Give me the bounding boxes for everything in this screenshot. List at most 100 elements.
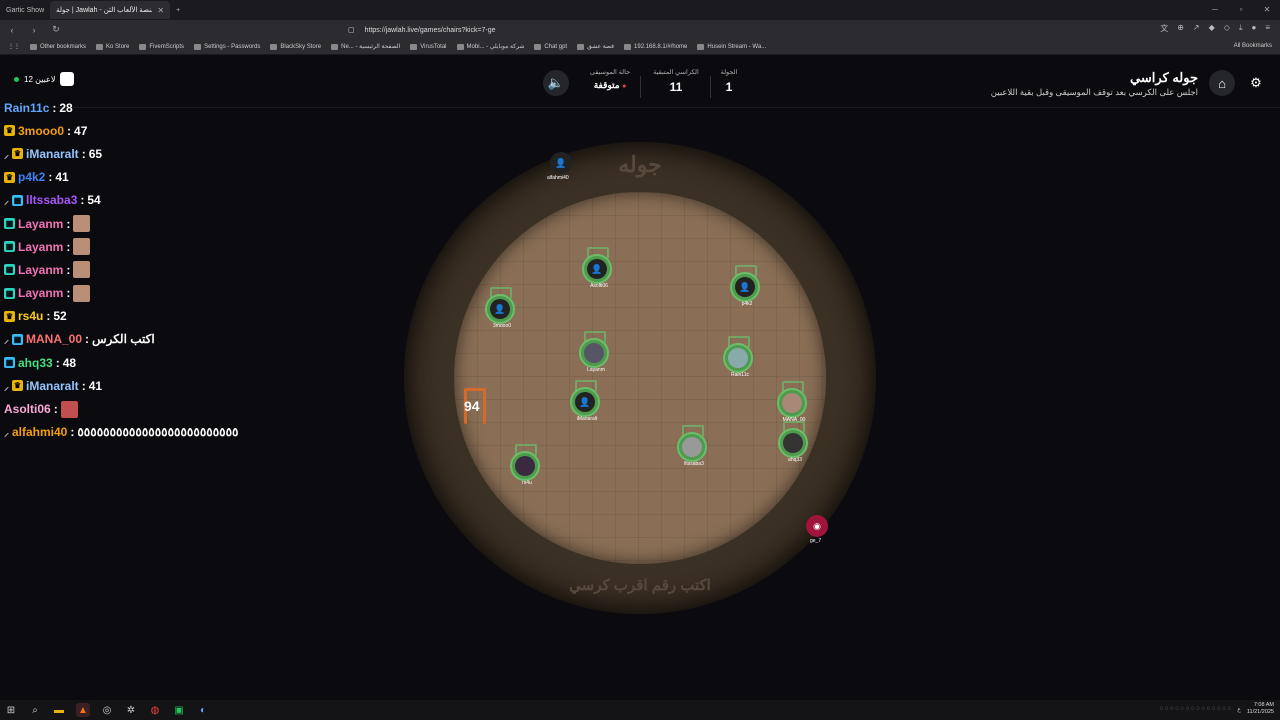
- chat-username[interactable]: p4k2: [18, 170, 45, 184]
- folder-icon: [30, 43, 37, 50]
- search-icon[interactable]: ⌕: [28, 703, 42, 717]
- sticker-image: [73, 238, 91, 256]
- menu-icon[interactable]: ≡: [1265, 23, 1270, 34]
- profile-icon[interactable]: ●: [1251, 23, 1256, 34]
- site-icon: [534, 43, 542, 50]
- chat-username[interactable]: Layanm: [18, 286, 63, 300]
- back-icon[interactable]: ‹: [6, 25, 18, 35]
- bookmark-star-icon[interactable]: ▢: [348, 26, 355, 34]
- tray-icons[interactable]: ◌ ◌ ◌ ◌ ◌ ◌ ◌ ◌ ◌ ◌ ◌ ◌ ◌ ◌: [1160, 706, 1232, 712]
- chat-message: ⸝ ♛ iManaralt : 41: [0, 374, 260, 397]
- clock[interactable]: 7:08 AM 11/21/2025: [1247, 702, 1274, 716]
- chat-feed: Rain11c : 28 ♛ 3mooo0 : 47 ⸝ ♛ iManaralt : 65…: [0, 96, 260, 444]
- bookmark-item[interactable]: Ko Store: [96, 43, 129, 50]
- bookmark-item[interactable]: Ne... - الصفحة الرئيسية: [331, 43, 400, 50]
- brave-browser-icon[interactable]: ▲: [76, 703, 90, 717]
- settings-button[interactable]: ⚙: [1243, 70, 1269, 96]
- extensions-icon[interactable]: ◇: [1224, 23, 1230, 34]
- language-indicator[interactable]: ع: [1237, 706, 1241, 713]
- site-icon: [270, 43, 278, 50]
- translate-icon[interactable]: 文: [1160, 23, 1168, 34]
- chat-username[interactable]: MANA_00: [26, 332, 82, 346]
- site-icon: [331, 43, 339, 50]
- chat-separator: :: [66, 262, 71, 277]
- chat-username[interactable]: Asolti06: [4, 402, 51, 416]
- share-icon[interactable]: ↗: [1193, 23, 1200, 34]
- zoom-icon[interactable]: ⊕: [1177, 23, 1184, 34]
- chat-username[interactable]: Layanm: [18, 263, 63, 277]
- forward-icon[interactable]: ›: [28, 25, 40, 35]
- member-badge-icon: ▦: [4, 241, 15, 253]
- chat-text: ٥٥٥٥٥٥٥٥٥٥٥٥٥٥٥٥٥٥٥٥٥٥٥٥٥: [77, 425, 239, 440]
- file-explorer-icon[interactable]: ▬: [52, 703, 66, 717]
- free-chair[interactable]: 94: [462, 388, 490, 424]
- tab-jawlah[interactable]: جولة | Jawlah - منصة الألعاب الثن... ✕: [50, 1, 171, 19]
- bookmark-item[interactable]: Settings - Passwords: [194, 43, 260, 50]
- chat-message: Asolti06 :: [0, 397, 260, 420]
- crown-badge-icon: ♛: [4, 171, 15, 183]
- app-icon[interactable]: ✲: [124, 703, 138, 717]
- chat-separator: :: [66, 239, 71, 254]
- chat-text: 41: [55, 170, 69, 185]
- bookmark-item[interactable]: قصة عشق: [577, 43, 614, 50]
- bookmark-item[interactable]: 192.168.8.1/#/home: [624, 43, 687, 50]
- game-title: جوله كراسي: [1130, 70, 1198, 85]
- extension-icons: 文 ⊕ ↗ ◆ ◇ ⤓ ● ≡: [1160, 23, 1270, 34]
- chat-username[interactable]: Layanm: [18, 240, 63, 254]
- bookmark-item[interactable]: BlackSky Store: [270, 43, 321, 50]
- chat-username[interactable]: Layanm: [18, 217, 63, 231]
- bookmark-item[interactable]: VirusTotal: [410, 43, 447, 50]
- chat-username[interactable]: iManaralt: [26, 147, 79, 161]
- sticker-image: [73, 284, 91, 302]
- chat-separator: :: [55, 355, 60, 370]
- home-button[interactable]: ⌂: [1209, 70, 1235, 96]
- close-tab-icon[interactable]: ✕: [157, 6, 164, 15]
- all-bookmarks[interactable]: All Bookmarks: [1234, 43, 1272, 49]
- chat-separator: :: [70, 425, 75, 440]
- site-icon: [410, 43, 418, 50]
- players-count-pill[interactable]: 12 لاعبين: [14, 72, 75, 86]
- download-icon[interactable]: ⤓: [1239, 23, 1243, 34]
- reload-icon[interactable]: ↻: [50, 24, 62, 35]
- seated-player: ahq33: [778, 421, 808, 463]
- app-icon[interactable]: ◍: [148, 703, 162, 717]
- windows-start-icon[interactable]: ⊞: [4, 703, 18, 717]
- new-tab-button[interactable]: +: [170, 1, 186, 19]
- site-icon: [577, 43, 585, 50]
- address-toolbar: ‹ › ↻ ▢ https://jawlah.live/games/chairs…: [0, 20, 1280, 39]
- crown-badge-icon: ♛: [12, 148, 23, 160]
- bookmark-item[interactable]: Husein Stream - Wa...: [697, 43, 766, 50]
- address-field[interactable]: ▢ https://jawlah.live/games/chairs?kick=…: [348, 23, 908, 37]
- bookmark-item[interactable]: Mobi... - شركة موبايلي: [456, 43, 524, 50]
- minimize-icon[interactable]: ─: [1202, 0, 1228, 20]
- chat-separator: :: [81, 378, 86, 393]
- app-icon[interactable]: ◎: [100, 703, 114, 717]
- seated-player: 👤 iManaralt: [570, 380, 600, 422]
- seated-player: 👤 3mooo0: [485, 287, 515, 329]
- bookmark-item[interactable]: FivemScripts: [139, 43, 184, 50]
- close-window-icon[interactable]: ✕: [1254, 0, 1280, 20]
- chat-username[interactable]: alfahmi40: [12, 425, 67, 439]
- music-label: حالة الموسيقى: [589, 69, 631, 76]
- chat-text: 52: [53, 309, 67, 324]
- bookmark-item[interactable]: Other bookmarks: [30, 43, 86, 50]
- shield-icon[interactable]: ◆: [1209, 23, 1215, 34]
- apps-icon[interactable]: ⋮⋮: [8, 43, 20, 50]
- chat-username[interactable]: Rain11c: [4, 101, 49, 115]
- member-badge-icon: ▦: [4, 287, 15, 299]
- tab-gartic-show[interactable]: Gartic Show: [0, 1, 50, 19]
- app-icon[interactable]: ▣: [172, 703, 186, 717]
- chat-text: 47: [74, 123, 88, 138]
- bookmark-item[interactable]: Chat gpt: [534, 43, 567, 50]
- chat-username[interactable]: rs4u: [18, 309, 43, 323]
- chat-username[interactable]: 3mooo0: [18, 124, 64, 138]
- chat-text: 28: [59, 100, 73, 115]
- steam-icon[interactable]: ◐: [196, 703, 210, 717]
- chat-username[interactable]: lltssaba3: [26, 193, 77, 207]
- chat-message: ▦ Layanm :: [0, 282, 260, 305]
- chat-username[interactable]: ahq33: [18, 356, 53, 370]
- chat-username[interactable]: iManaralt: [26, 379, 79, 393]
- chat-text: 54: [87, 193, 101, 208]
- maximize-icon[interactable]: ▫: [1228, 0, 1254, 20]
- sound-toggle-button[interactable]: 🔈: [543, 70, 569, 96]
